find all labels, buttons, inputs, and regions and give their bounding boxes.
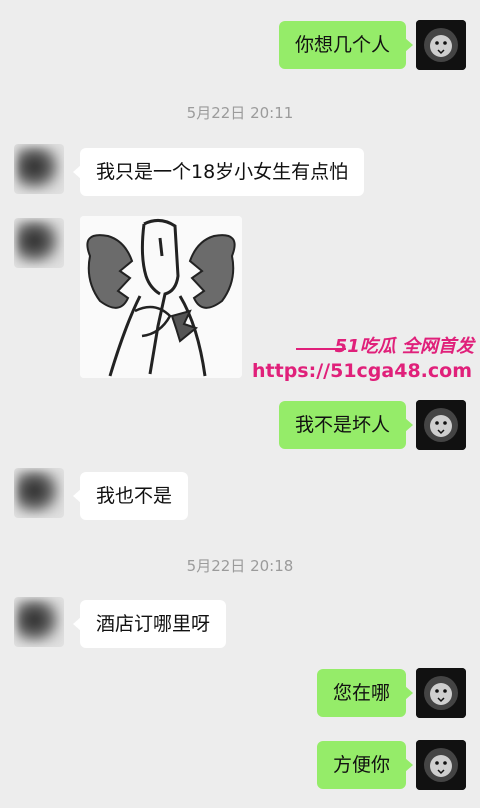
blurred-avatar-icon[interactable]	[14, 218, 64, 268]
blurred-avatar-icon[interactable]	[14, 468, 64, 518]
message-text: 您在哪	[332, 682, 390, 704]
watermark-url: https://51cga48.com	[252, 360, 472, 382]
message-text: 我也不是	[96, 485, 173, 507]
heartbroken-figure-sticker[interactable]	[80, 216, 242, 378]
message-bubble-sent[interactable]: 方便你	[316, 741, 414, 789]
message-text: 你想几个人	[294, 34, 390, 56]
message-bubble-sent[interactable]: 您在哪	[316, 669, 414, 717]
message-bubble-received[interactable]: 我只是一个18岁小女生有点怕	[72, 148, 365, 196]
message-bubble-received[interactable]: 酒店订哪里呀	[72, 600, 227, 648]
blurred-avatar-icon[interactable]	[14, 597, 64, 647]
lion-avatar-icon[interactable]	[416, 400, 466, 450]
message-text: 我不是坏人	[294, 414, 390, 436]
lion-avatar-icon[interactable]	[416, 740, 466, 790]
timestamp: 5月22日 20:11	[186, 104, 294, 122]
message-text: 酒店订哪里呀	[96, 613, 211, 635]
blurred-avatar-icon[interactable]	[14, 144, 64, 194]
message-bubble-sent[interactable]: 我不是坏人	[278, 401, 414, 449]
message-bubble-received[interactable]: 我也不是	[72, 472, 189, 520]
timestamp: 5月22日 20:18	[186, 557, 294, 575]
lion-avatar-icon[interactable]	[416, 20, 466, 70]
watermark-logo-text: 51吃瓜 全网首发	[334, 336, 474, 357]
lion-avatar-icon[interactable]	[416, 668, 466, 718]
message-bubble-sent[interactable]: 你想几个人	[278, 21, 414, 69]
message-text: 方便你	[332, 754, 390, 776]
message-text: 我只是一个18岁小女生有点怕	[96, 161, 349, 183]
